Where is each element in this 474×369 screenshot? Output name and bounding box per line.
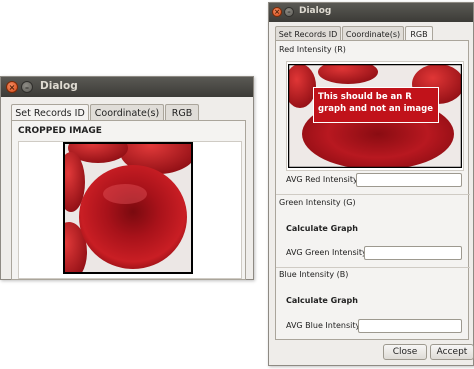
close-button[interactable]: Close xyxy=(383,344,427,360)
close-button-label: Close xyxy=(392,347,418,357)
cropped-image-frame xyxy=(18,141,242,279)
tab-label: RGB xyxy=(410,29,428,39)
tab-label: Set Records ID xyxy=(278,29,338,39)
calculate-graph-green[interactable]: Calculate Graph xyxy=(286,224,358,233)
tab-label: Coordinate(s) xyxy=(94,107,160,119)
avg-blue-field[interactable] xyxy=(358,319,462,333)
annotation-box: This should be an R graph and not an ima… xyxy=(313,87,439,123)
tab-label: Coordinate(s) xyxy=(345,29,401,39)
red-intensity-label: Red Intensity (R) xyxy=(279,45,346,54)
annotation-text: This should be an R graph and not an ima… xyxy=(318,92,433,114)
avg-red-field[interactable] xyxy=(356,173,462,187)
accept-button[interactable]: Accept xyxy=(430,344,474,360)
left-dialog-title: Dialog xyxy=(40,80,78,92)
left-dialog-window: × – Dialog Set Records ID Coordinate(s) … xyxy=(0,76,254,280)
right-dialog-titlebar[interactable]: × – Dialog xyxy=(269,3,473,22)
tab-label: Set Records ID xyxy=(15,107,85,119)
tab-coordinates[interactable]: Coordinate(s) xyxy=(90,104,164,121)
window-close-icon[interactable]: × xyxy=(272,7,282,17)
avg-red-label: AVG Red Intensity xyxy=(286,175,358,184)
blue-intensity-label: Blue Intensity (B) xyxy=(279,270,349,279)
green-intensity-label: Green Intensity (G) xyxy=(279,198,356,207)
right-dialog-title: Dialog xyxy=(299,6,332,16)
left-tab-panel: CROPPED IMAGE xyxy=(11,120,246,280)
tab-label: RGB xyxy=(171,107,193,119)
avg-green-label: AVG Green Intensity xyxy=(286,248,367,257)
cropped-image-label: CROPPED IMAGE xyxy=(18,126,102,136)
avg-green-field[interactable] xyxy=(364,246,462,260)
avg-blue-label: AVG Blue Intensity xyxy=(286,321,361,330)
tab-set-records-id[interactable]: Set Records ID xyxy=(275,26,341,41)
tab-coordinates[interactable]: Coordinate(s) xyxy=(342,26,404,41)
red-graph-area: This should be an R graph and not an ima… xyxy=(286,61,464,171)
tab-rgb[interactable]: RGB xyxy=(405,26,433,41)
window-close-icon[interactable]: × xyxy=(6,81,18,93)
left-dialog-titlebar[interactable]: × – Dialog xyxy=(1,77,253,97)
tab-rgb[interactable]: RGB xyxy=(165,104,199,121)
right-dialog-window: × – Dialog Set Records ID Coordinate(s) … xyxy=(268,2,474,366)
cropped-image xyxy=(63,142,193,274)
window-minimize-icon[interactable]: – xyxy=(21,81,33,93)
rgb-tab-panel: Red Intensity (R) This should be an R gr… xyxy=(275,40,470,340)
tab-set-records-id[interactable]: Set Records ID xyxy=(11,104,89,121)
accept-button-label: Accept xyxy=(436,347,468,357)
divider xyxy=(276,267,470,268)
divider xyxy=(276,194,470,195)
calculate-graph-blue[interactable]: Calculate Graph xyxy=(286,296,358,305)
window-minimize-icon[interactable]: – xyxy=(284,7,294,17)
